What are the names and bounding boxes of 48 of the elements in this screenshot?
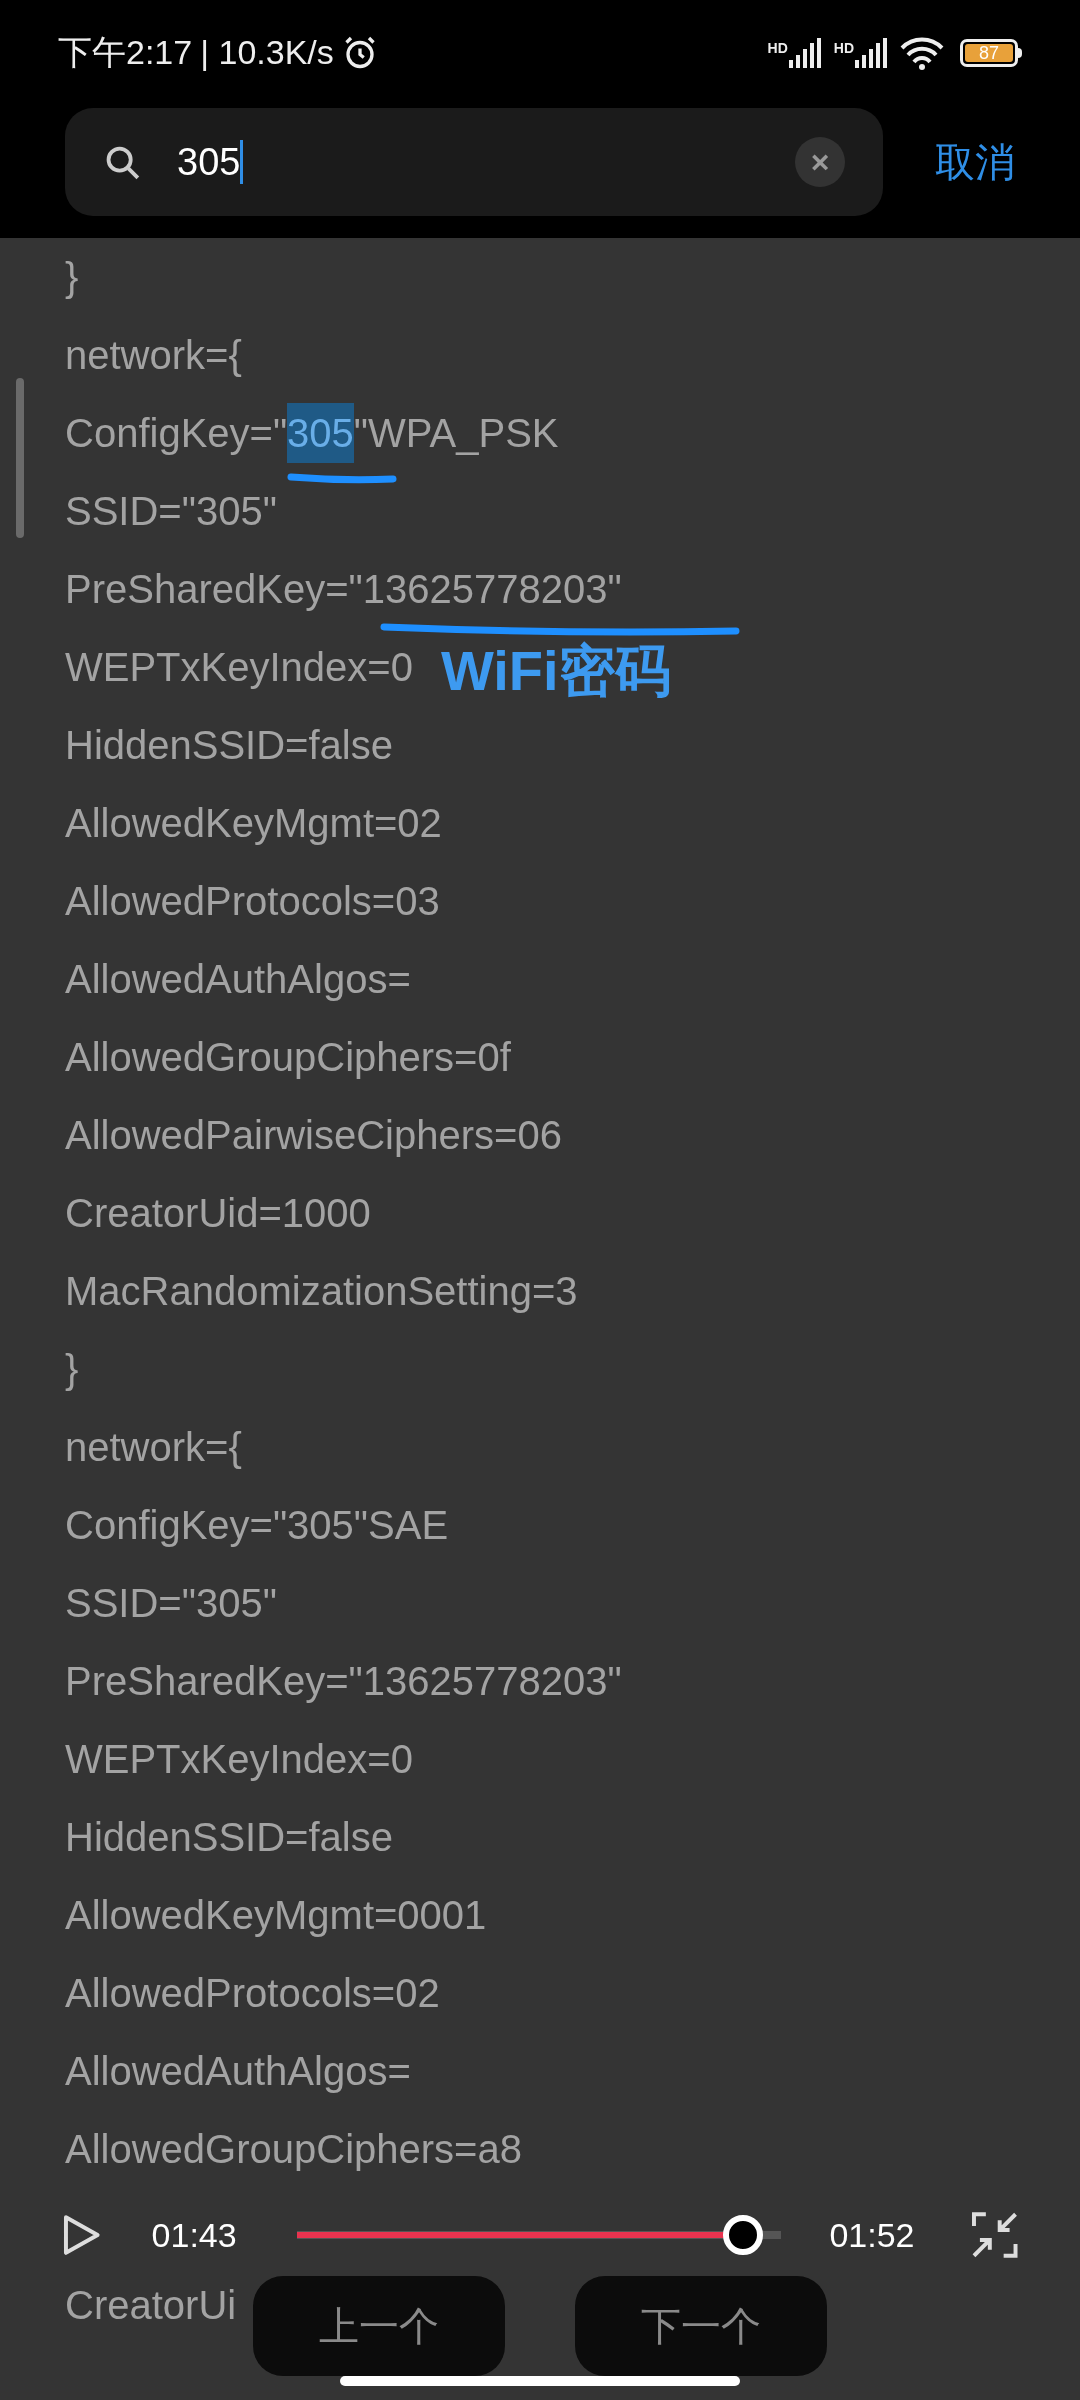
next-button[interactable]: 下一个 (575, 2276, 827, 2376)
code-line: PreSharedKey="13625778203" (65, 1659, 622, 1703)
code-line: network={ (65, 1425, 242, 1469)
cancel-button[interactable]: 取消 (935, 132, 1015, 192)
code-line: ConfigKey="305"WPA_PSK (65, 394, 559, 472)
code-line: AllowedProtocols=03 (65, 879, 440, 923)
code-line: MacRandomizationSetting=3 (65, 1269, 578, 1313)
slider-thumb[interactable] (722, 2215, 763, 2255)
code-line: HiddenSSID=false (65, 723, 393, 767)
elapsed-time: 01:43 (151, 2214, 237, 2256)
wifi-icon (900, 35, 944, 70)
code-line: AllowedPairwiseCiphers=06 (65, 1113, 562, 1157)
code-line: PreSharedKey="13625778203" (65, 567, 622, 611)
hd-label: HD (833, 38, 854, 58)
code-line: AllowedKeyMgmt=02 (65, 801, 442, 845)
code-line: WEPTxKeyIndex=0 (65, 645, 413, 689)
code-line: SSID="305" (65, 489, 277, 533)
total-time: 01:52 (829, 2214, 915, 2256)
code-line: AllowedKeyMgmt=0001 (65, 1893, 487, 1937)
status-time: 下午2:17 (58, 32, 193, 73)
search-match: 305 (287, 403, 354, 463)
code-line: } (65, 255, 79, 299)
code-line: CreatorUid=1000 (65, 1191, 371, 1235)
code-line: AllowedProtocols=02 (65, 1971, 440, 2015)
signal-icon (854, 37, 888, 68)
code-line: network={ (65, 333, 242, 377)
signal-icon (787, 37, 822, 68)
code-line: AllowedAuthAlgos= (65, 957, 411, 1001)
code-line: CreatorUi (65, 2283, 237, 2327)
clear-button[interactable]: × (795, 137, 845, 187)
previous-button[interactable]: 上一个 (253, 2276, 505, 2376)
network-speed: | 10.3K/s (200, 32, 334, 73)
code-line: HiddenSSID=false (65, 1815, 393, 1859)
search-value: 305 (177, 139, 241, 185)
annotation-text: WiFi密码 (440, 641, 671, 701)
code-line: } (65, 1347, 79, 1391)
collapse-icon[interactable] (972, 2212, 1018, 2258)
play-icon[interactable] (62, 2213, 102, 2257)
code-line: AllowedGroupCiphers=0f (65, 1035, 511, 1079)
code-line: ConfigKey="305"SAE (65, 1503, 449, 1547)
code-line: WEPTxKeyIndex=0 (65, 1737, 413, 1781)
scrollbar[interactable] (16, 378, 24, 538)
battery-level: 87 (965, 43, 1013, 62)
search-field[interactable]: 305 × (65, 108, 883, 216)
code-line: AllowedGroupCiphers=a8 (65, 2127, 522, 2171)
code-line: SSID="305" (65, 1581, 277, 1625)
hd-label: HD (767, 38, 788, 58)
code-line: AllowedAuthAlgos= (65, 2049, 411, 2093)
